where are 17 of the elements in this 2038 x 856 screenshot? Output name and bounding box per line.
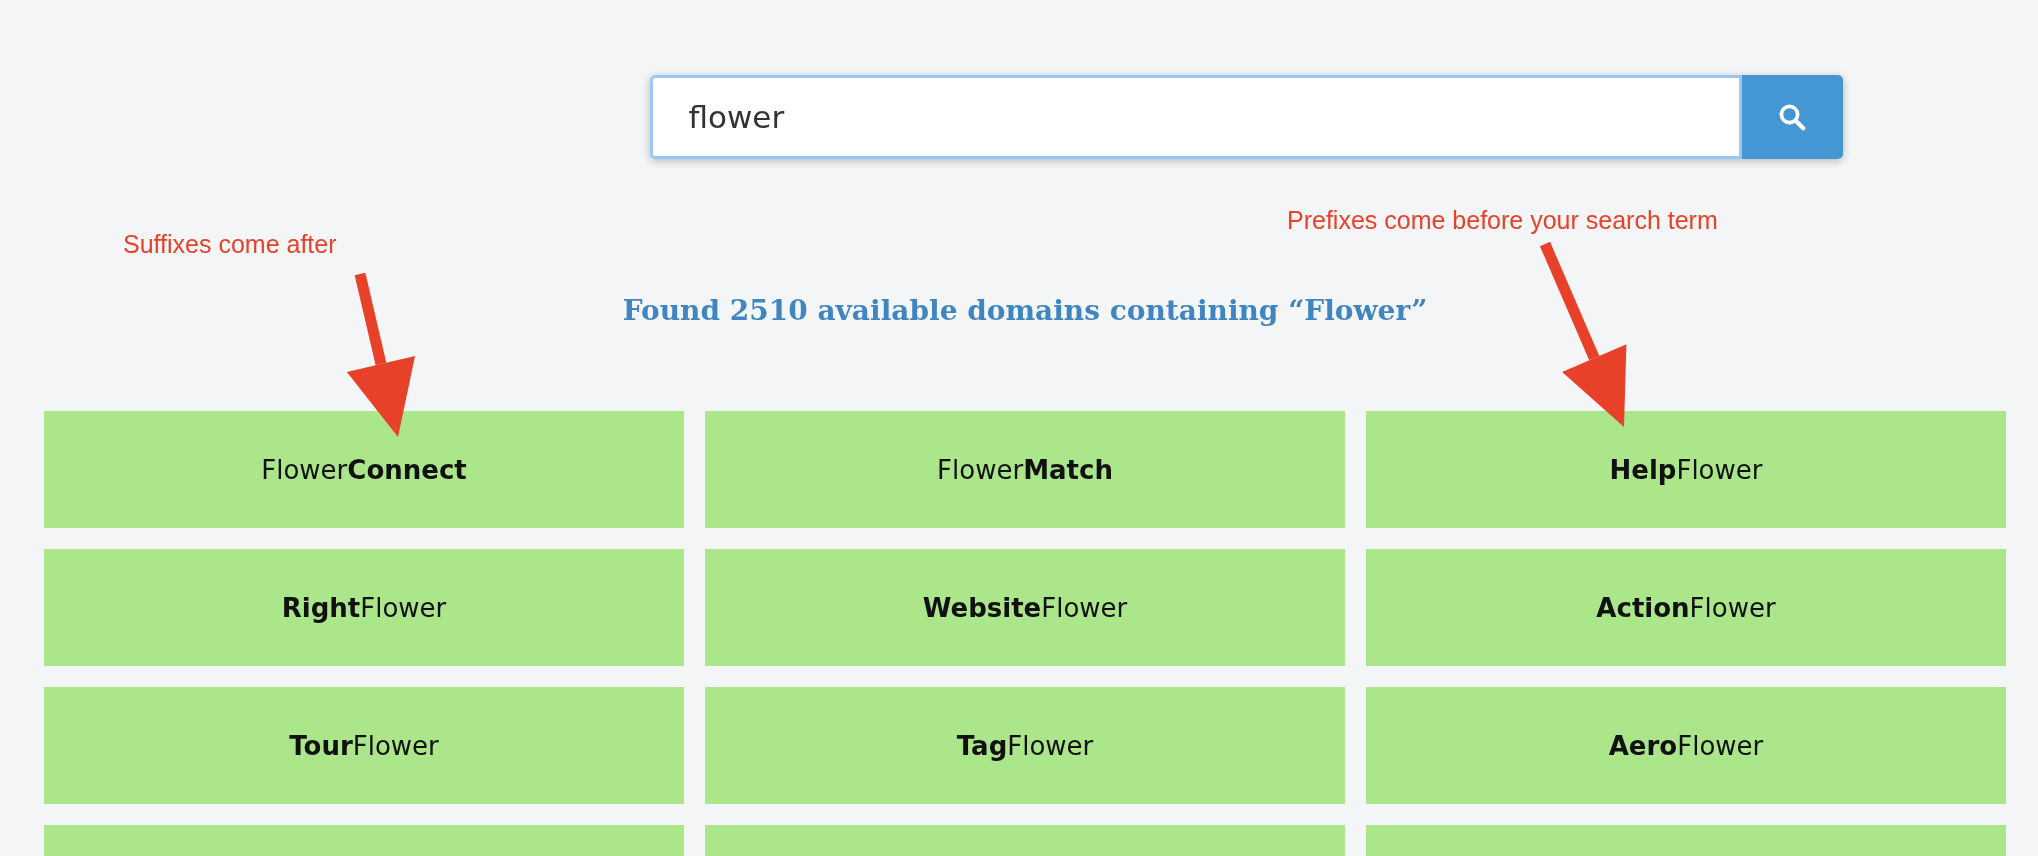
domain-tile[interactable]: FlowerMatch: [705, 411, 1345, 528]
arrow-icon: [1539, 241, 1627, 427]
annotation-text: Prefixes come before your search term: [1287, 206, 1718, 235]
search-button[interactable]: [1741, 75, 1843, 159]
domain-tile[interactable]: ActionFlower: [1366, 549, 2006, 666]
domain-tile[interactable]: HelpFlower: [1366, 411, 2006, 528]
domain-tile[interactable]: WebsiteFlower: [705, 549, 1345, 666]
results-heading: Found 2510 available domains containing “Flower”: [622, 294, 1428, 327]
search-icon: [1777, 102, 1807, 132]
domain-tile[interactable]: AeroFlower: [1366, 687, 2006, 804]
annotation-text: Suffixes come after: [123, 230, 337, 259]
search-field[interactable]: flower: [649, 75, 1742, 159]
domain-tile[interactable]: RightFlower: [44, 549, 684, 666]
domain-tile[interactable]: TagFlower: [705, 687, 1345, 804]
domain-tile[interactable]: FlowerConnect: [44, 411, 684, 528]
arrow-icon: [346, 272, 416, 437]
domain-tile[interactable]: TourFlower: [44, 687, 684, 804]
